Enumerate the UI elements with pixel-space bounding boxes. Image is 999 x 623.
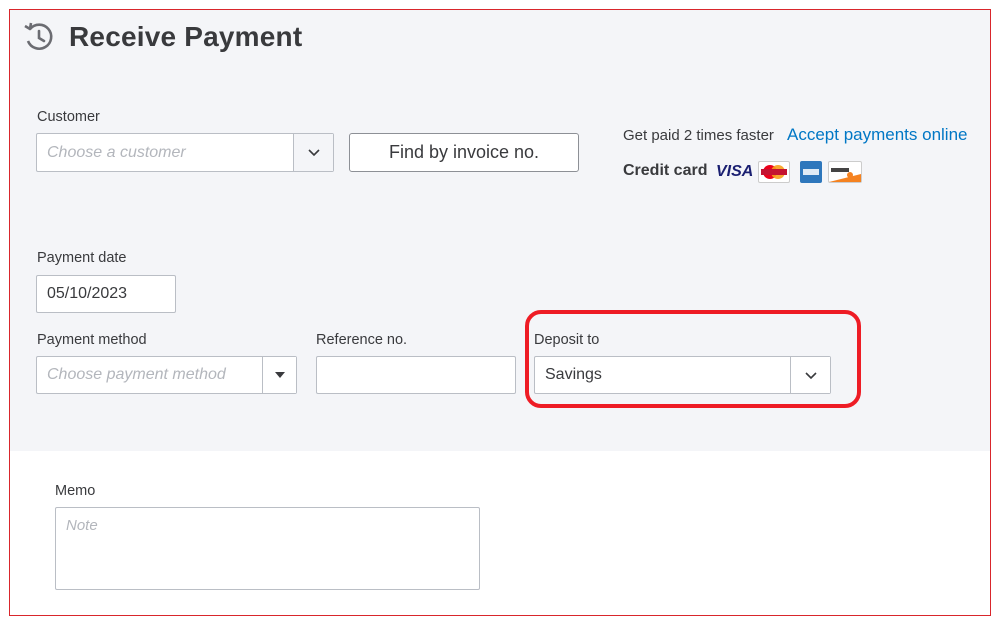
customer-placeholder[interactable]: Choose a customer bbox=[37, 134, 293, 171]
discover-logo bbox=[828, 161, 862, 183]
customer-label: Customer bbox=[37, 109, 100, 125]
promo-text: Get paid 2 times faster bbox=[623, 127, 774, 144]
clock-refresh-icon bbox=[24, 22, 53, 50]
payment-date-input[interactable]: 05/10/2023 bbox=[36, 275, 176, 313]
payment-method-placeholder[interactable]: Choose payment method bbox=[37, 357, 262, 393]
customer-combobox[interactable]: Choose a customer bbox=[36, 133, 334, 172]
accept-payments-link[interactable]: Accept payments online bbox=[787, 125, 968, 145]
find-by-invoice-button[interactable]: Find by invoice no. bbox=[349, 133, 579, 172]
visa-logo: VISA bbox=[716, 163, 754, 180]
page-title: Receive Payment bbox=[69, 21, 303, 52]
memo-label: Memo bbox=[55, 483, 96, 499]
memo-textarea[interactable]: Note bbox=[55, 507, 480, 590]
amex-logo bbox=[800, 161, 822, 183]
credit-card-label: Credit card bbox=[623, 162, 708, 179]
reference-no-label: Reference no. bbox=[316, 332, 408, 348]
mastercard-logo bbox=[758, 161, 790, 183]
reference-no-input[interactable] bbox=[316, 356, 516, 394]
chevron-down-icon[interactable] bbox=[293, 134, 333, 171]
page-header: Receive Payment bbox=[22, 20, 302, 54]
screenshot-frame: Receive Payment Customer Choose a custom… bbox=[9, 9, 991, 616]
payment-method-label: Payment method bbox=[37, 332, 147, 348]
payment-date-label: Payment date bbox=[37, 250, 127, 266]
payment-method-select[interactable]: Choose payment method bbox=[36, 356, 297, 394]
deposit-highlight-box bbox=[525, 310, 861, 408]
caret-down-icon[interactable] bbox=[262, 357, 296, 393]
